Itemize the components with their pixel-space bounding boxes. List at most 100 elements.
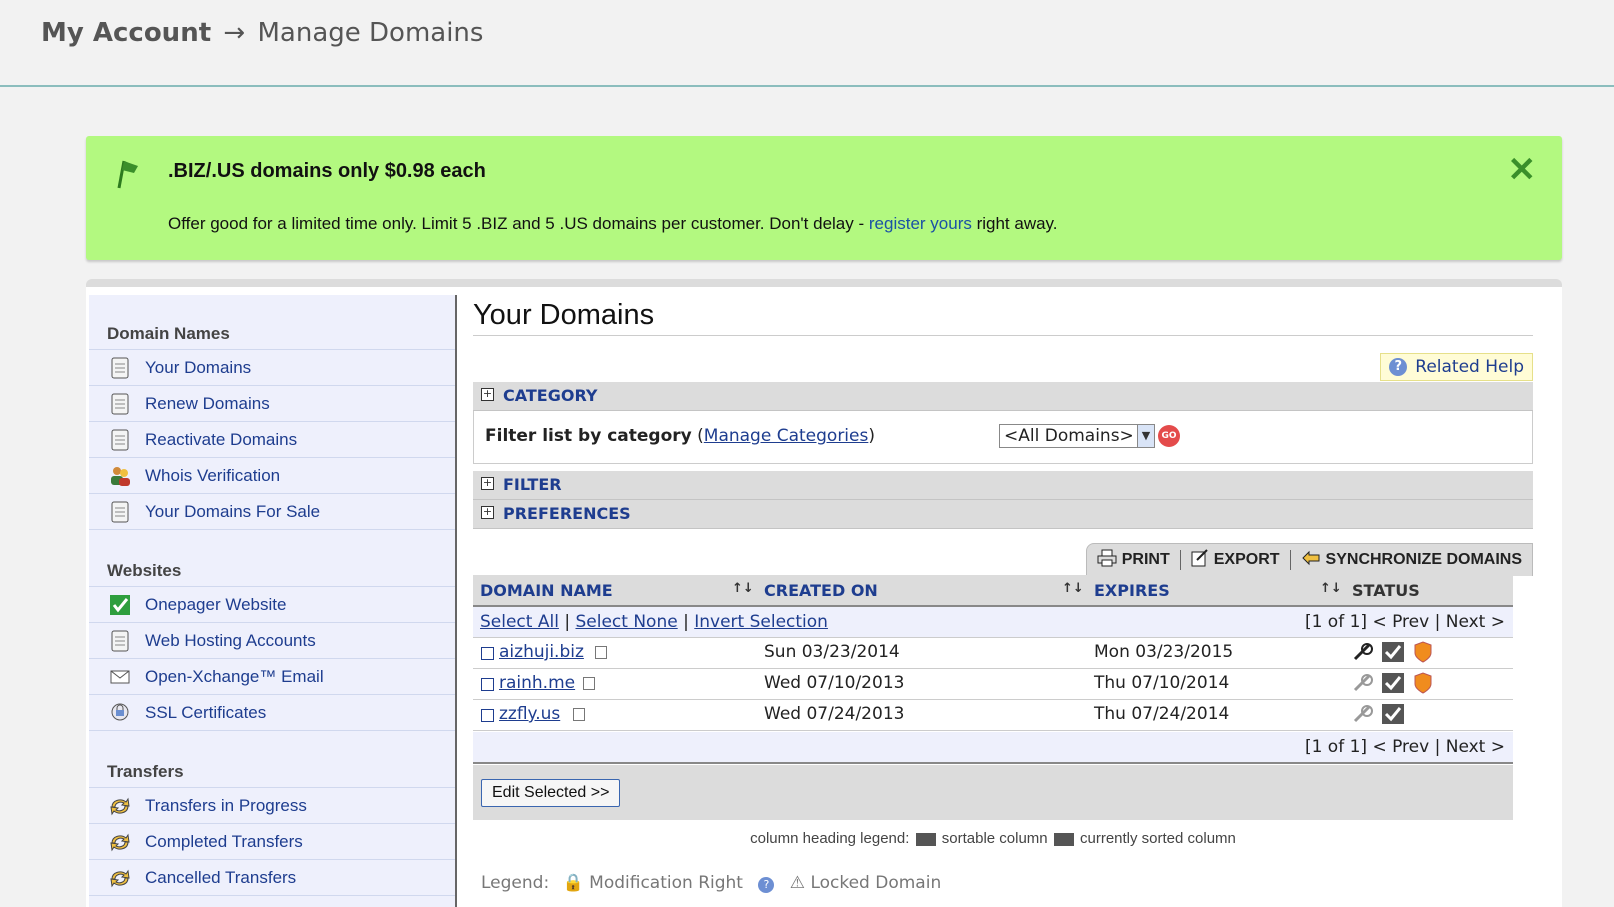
category-select[interactable]: <All Domains> ▼ (999, 424, 1155, 448)
sidebar-heading-domain-names: Domain Names (89, 319, 455, 350)
sort-icon[interactable]: ↑↓ (1062, 581, 1084, 596)
transfer-lock-icon[interactable] (1351, 641, 1375, 663)
modification-right-text: Modification Right (589, 873, 743, 893)
verified-check-icon[interactable] (1381, 641, 1405, 663)
sort-icon[interactable]: ↑↓ (1320, 581, 1342, 596)
verified-check-icon[interactable] (1381, 672, 1405, 694)
note-icon[interactable] (573, 708, 585, 721)
table-row: rainh.me Wed 07/10/2013 Thu 07/10/2014 (473, 669, 1513, 700)
category-section-toggle[interactable]: + CATEGORY (473, 382, 1533, 411)
prev-link[interactable]: < Prev (1372, 612, 1429, 632)
close-icon[interactable]: ✕ (1508, 150, 1537, 190)
sidebar-item-renew-domains[interactable]: Renew Domains (89, 386, 455, 422)
transfer-icon (109, 795, 131, 817)
go-button[interactable]: GO (1158, 425, 1180, 447)
sidebar-item-onepager-website[interactable]: Onepager Website (89, 587, 455, 623)
certificate-icon (109, 702, 131, 724)
category-select-value: <All Domains> (1004, 426, 1134, 446)
category-filter: Filter list by category (Manage Categori… (473, 411, 1533, 464)
edit-selected-button[interactable]: Edit Selected >> (481, 779, 621, 807)
row-checkbox[interactable] (481, 709, 494, 722)
column-status: STATUS (1352, 581, 1420, 600)
transfer-lock-icon[interactable] (1351, 672, 1375, 694)
sidebar-item-label: Completed Transfers (145, 832, 303, 851)
table-toolbar: PRINT EXPORT SYNCHRONIZE DOMAINS (1085, 543, 1533, 576)
privacy-shield-icon[interactable] (1411, 672, 1435, 694)
sidebar-item-label: SSL Certificates (145, 703, 267, 722)
sidebar-heading-websites: Websites (89, 556, 455, 587)
prev-link[interactable]: < Prev (1372, 737, 1429, 757)
status-icons (1351, 672, 1435, 694)
sidebar-item-reactivate-domains[interactable]: Reactivate Domains (89, 422, 455, 458)
sidebar-item-ssl-certificates[interactable]: SSL Certificates (89, 695, 455, 731)
domain-link[interactable]: aizhuji.biz (499, 642, 584, 662)
sort-icon[interactable]: ↑↓ (732, 581, 754, 596)
lock-icon: 🔒 (562, 873, 584, 893)
register-link[interactable]: register yours (869, 214, 972, 233)
status-icons (1351, 641, 1435, 663)
expand-icon: + (481, 505, 494, 519)
manage-categories-link[interactable]: Manage Categories (704, 426, 869, 446)
expires-date: Thu 07/10/2014 (1094, 673, 1230, 693)
help-icon: ? (1389, 358, 1408, 376)
invert-selection-link[interactable]: Invert Selection (694, 612, 828, 632)
print-button[interactable]: PRINT (1087, 549, 1180, 572)
edit-bar: Edit Selected >> (473, 765, 1513, 820)
transfer-icon (109, 831, 131, 853)
sidebar-item-label: Whois Verification (145, 466, 281, 485)
privacy-shield-icon[interactable] (1411, 641, 1435, 663)
filter-section-toggle[interactable]: + FILTER (473, 471, 1533, 500)
verified-check-icon[interactable] (1381, 703, 1405, 725)
column-heading-legend: column heading legend: sortable column c… (473, 830, 1513, 847)
related-help-button[interactable]: ? Related Help (1380, 353, 1533, 381)
expires-date: Thu 07/24/2014 (1094, 704, 1230, 724)
column-legend-label: column heading legend: (750, 830, 910, 847)
locked-domain-text: Locked Domain (810, 873, 942, 893)
sidebar-item-label: Renew Domains (145, 394, 270, 413)
users-icon (109, 465, 131, 487)
breadcrumb-root[interactable]: My Account (41, 18, 211, 48)
domain-link[interactable]: rainh.me (499, 673, 575, 693)
preferences-section-toggle[interactable]: + PREFERENCES (473, 500, 1533, 529)
pagination-bottom: [1 of 1] < Prev | Next > (1304, 737, 1505, 757)
column-created-on[interactable]: CREATED ON (764, 581, 878, 600)
next-link[interactable]: Next > (1446, 612, 1505, 632)
top-header: My Account → Manage Domains (0, 0, 1614, 87)
row-checkbox[interactable] (481, 678, 494, 691)
checkmark-icon (109, 594, 131, 616)
sidebar-item-domains-for-sale[interactable]: Your Domains For Sale (89, 494, 455, 530)
sidebar-item-label: Open-Xchange™ Email (145, 667, 324, 686)
expand-icon: + (481, 387, 494, 401)
sidebar-item-completed-transfers[interactable]: Completed Transfers (89, 824, 455, 860)
envelope-icon (109, 666, 131, 688)
export-button[interactable]: EXPORT (1181, 548, 1290, 572)
sidebar-heading-transfers: Transfers (89, 757, 455, 788)
sidebar-item-open-xchange-email[interactable]: Open-Xchange™ Email (89, 659, 455, 695)
note-icon[interactable] (583, 677, 595, 690)
sidebar-item-label: Onepager Website (145, 595, 287, 614)
document-icon (109, 429, 131, 451)
select-all-link[interactable]: Select All (480, 612, 559, 632)
column-expires[interactable]: EXPIRES (1094, 581, 1170, 600)
row-checkbox[interactable] (481, 647, 494, 660)
transfer-icon (109, 867, 131, 889)
related-help-label: Related Help (1415, 357, 1524, 377)
selection-bar: Select All | Select None | Invert Select… (473, 607, 1513, 638)
chevron-down-icon: ▼ (1137, 425, 1154, 447)
sidebar: Domain Names Your Domains Renew Domains … (89, 295, 457, 907)
sidebar-item-web-hosting[interactable]: Web Hosting Accounts (89, 623, 455, 659)
domain-link[interactable]: zzfly.us (499, 704, 560, 724)
expand-icon: + (481, 476, 494, 490)
next-link[interactable]: Next > (1446, 737, 1505, 757)
sidebar-item-transfers-in-progress[interactable]: Transfers in Progress (89, 788, 455, 824)
column-domain-name[interactable]: DOMAIN NAME (480, 581, 613, 600)
sidebar-item-cancelled-transfers[interactable]: Cancelled Transfers (89, 860, 455, 896)
transfer-lock-icon[interactable] (1351, 703, 1375, 725)
sidebar-item-whois-verification[interactable]: Whois Verification (89, 458, 455, 494)
print-label: PRINT (1121, 551, 1170, 568)
note-icon[interactable] (595, 646, 607, 659)
sidebar-item-your-domains[interactable]: Your Domains (89, 350, 455, 386)
promo-text-after: right away. (971, 214, 1058, 233)
select-none-link[interactable]: Select None (575, 612, 677, 632)
synchronize-domains-button[interactable]: SYNCHRONIZE DOMAINS (1291, 550, 1532, 571)
